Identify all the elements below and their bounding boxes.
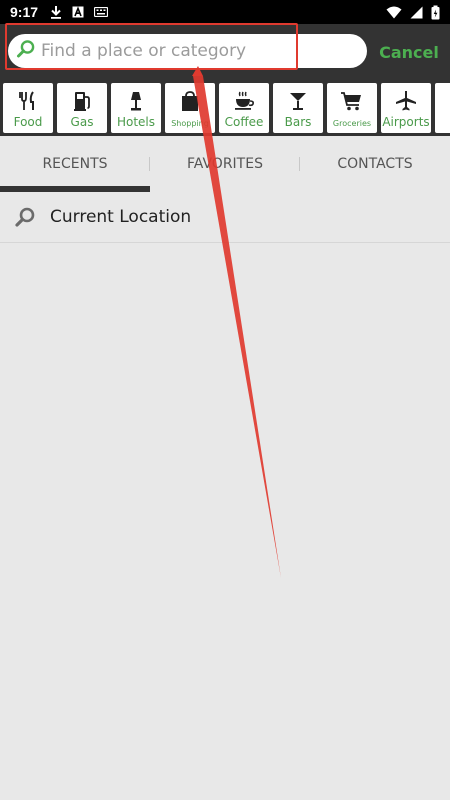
coffee-cup-icon (231, 89, 257, 113)
category-ba[interactable]: Ba (435, 83, 450, 133)
search-header: Cancel (0, 24, 450, 80)
lamp-icon (123, 89, 149, 113)
category-label: Food (13, 115, 43, 129)
signal-icon (410, 6, 423, 19)
category-label: Groceries (332, 119, 372, 128)
fork-knife-icon (15, 89, 41, 113)
tab-bar: RECENTS FAVORITES CONTACTS (0, 136, 450, 192)
gas-pump-icon (69, 89, 95, 113)
category-groceries[interactable]: Groceries (327, 83, 377, 133)
search-input[interactable] (41, 41, 361, 61)
tab-label: FAVORITES (187, 156, 263, 172)
category-label: Airports (382, 115, 430, 129)
category-airports[interactable]: Airports (381, 83, 431, 133)
battery-icon (431, 5, 440, 20)
tab-label: CONTACTS (337, 156, 413, 172)
category-label: Bars (284, 115, 312, 129)
status-bar: 9:17 (0, 0, 450, 24)
status-time: 9:17 (10, 4, 39, 20)
tab-label: RECENTS (42, 156, 108, 172)
shopping-bag-icon (177, 89, 203, 113)
cocktail-icon (285, 89, 311, 113)
search-icon (14, 206, 36, 228)
category-bars[interactable]: Bars (273, 83, 323, 133)
airplane-icon (393, 89, 419, 113)
a-icon (72, 6, 84, 18)
status-icons-left (50, 5, 109, 19)
list-item-label: Current Location (50, 207, 192, 227)
status-icons-right (386, 5, 440, 20)
tab-contacts[interactable]: CONTACTS (300, 136, 450, 192)
category-label: Gas (70, 115, 94, 129)
search-box[interactable] (8, 34, 367, 68)
category-coffee[interactable]: Coffee (219, 83, 269, 133)
category-label: Shopping (171, 119, 209, 128)
category-hotels[interactable]: Hotels (111, 83, 161, 133)
download-icon (50, 5, 62, 19)
category-food[interactable]: Food (3, 83, 53, 133)
tab-recents[interactable]: RECENTS (0, 136, 150, 192)
tab-favorites[interactable]: FAVORITES (150, 136, 300, 192)
wifi-icon (386, 6, 402, 19)
list-item-current-location[interactable]: Current Location (0, 192, 450, 243)
category-label: Coffee (224, 115, 264, 129)
category-label: Hotels (116, 115, 156, 129)
category-gas[interactable]: Gas (57, 83, 107, 133)
keyboard-icon (94, 7, 109, 17)
category-shopping[interactable]: Shopping (165, 83, 215, 133)
cancel-button[interactable]: Cancel (374, 38, 444, 66)
category-strip[interactable]: Food Gas Hotels Shopping Coffee Bars Gro… (0, 80, 450, 136)
cart-icon (339, 89, 365, 113)
search-icon (16, 39, 36, 63)
